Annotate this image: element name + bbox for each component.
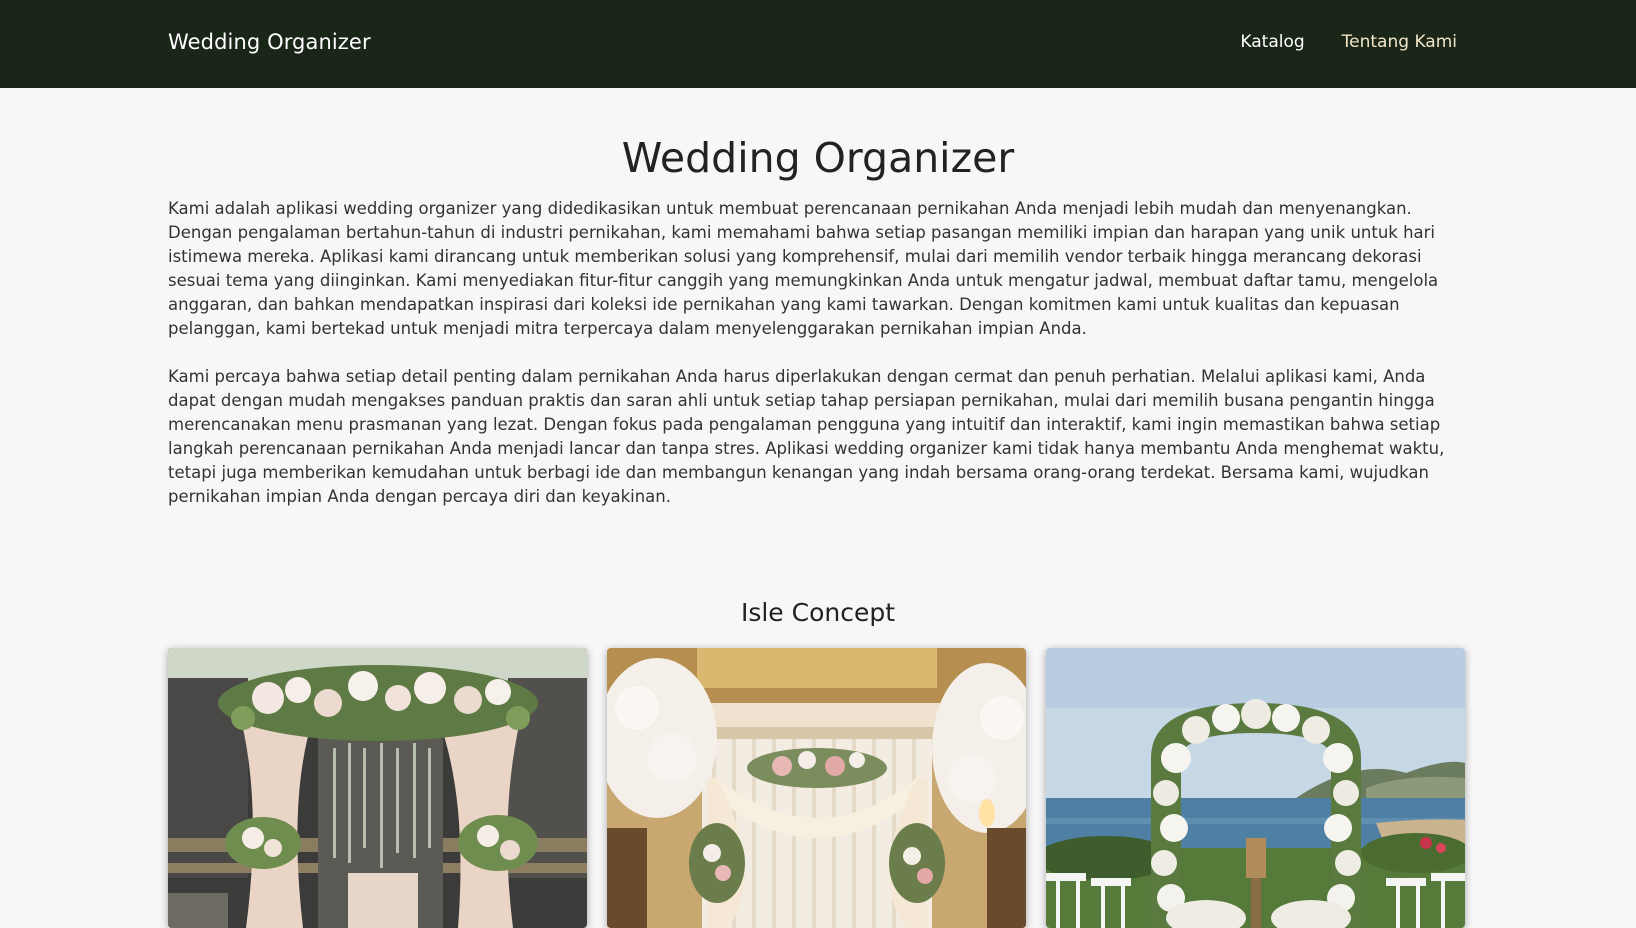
main-content: Wedding Organizer Kami adalah aplikasi w… <box>168 88 1468 928</box>
nav-link-katalog[interactable]: Katalog <box>1240 32 1304 52</box>
about-paragraph-1: Kami adalah aplikasi wedding organizer y… <box>168 199 1439 338</box>
about-paragraph-2: Kami percaya bahwa setiap detail penting… <box>168 367 1445 506</box>
concept-image-2 <box>607 648 1026 928</box>
concept-image-1 <box>168 648 587 928</box>
nav-link-tentang-kami[interactable]: Tentang Kami <box>1342 32 1457 52</box>
brand-link[interactable]: Wedding Organizer <box>168 30 371 54</box>
concept-card-3[interactable] <box>1046 648 1465 928</box>
concept-card-grid <box>168 648 1468 928</box>
section-title-isle-concept: Isle Concept <box>740 598 896 627</box>
concept-card-2[interactable] <box>607 648 1026 928</box>
nav-links: Katalog Tentang Kami <box>1240 32 1457 52</box>
concept-card-1[interactable] <box>168 648 587 928</box>
top-navbar: Wedding Organizer Katalog Tentang Kami <box>0 0 1636 88</box>
concept-image-3 <box>1046 648 1465 928</box>
page-title: Wedding Organizer <box>621 134 1015 182</box>
